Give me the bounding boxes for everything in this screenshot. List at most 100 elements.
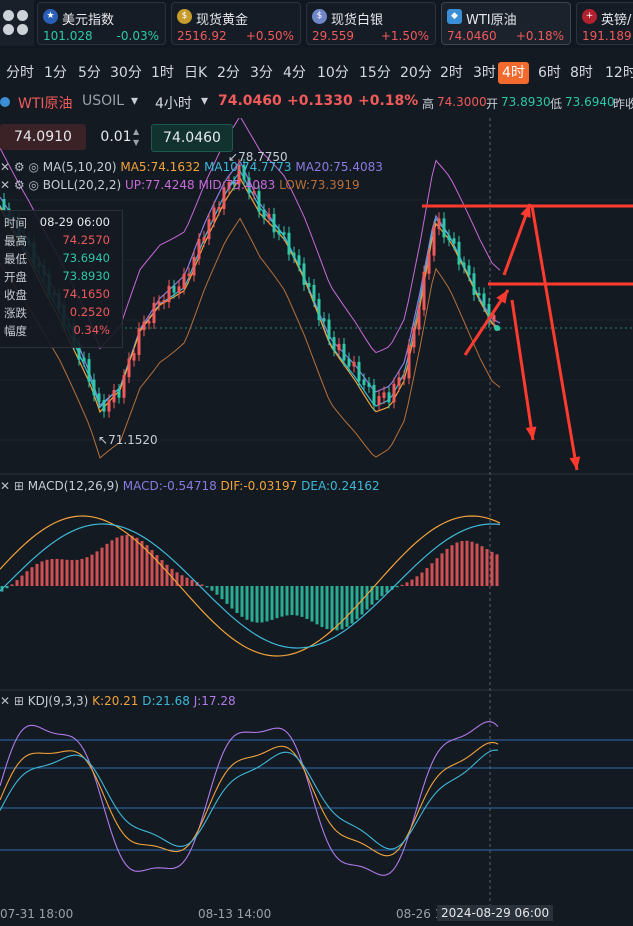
timeframe-tab[interactable]: 12时: [601, 62, 633, 84]
macd-bar: [260, 586, 264, 623]
chevron-down-icon[interactable]: ▾: [201, 93, 208, 109]
ma20-value: MA20:75.4083: [295, 160, 383, 174]
timeframe-tab[interactable]: 4时: [498, 62, 529, 84]
close-icon[interactable]: ✕: [0, 479, 10, 493]
settings-icon[interactable]: ⚙: [14, 160, 25, 174]
k-line: [0, 741, 499, 857]
macd-bar: [100, 547, 104, 586]
timeframe-tab[interactable]: 5分: [74, 62, 105, 84]
macd-bar: [305, 586, 309, 619]
timeframe-tab[interactable]: 1分: [40, 62, 71, 84]
drawn-arrow-down-head: [525, 426, 537, 440]
macd-bar: [345, 586, 349, 627]
candle-body: [122, 375, 126, 398]
timeframe-tab[interactable]: 15分: [355, 62, 395, 84]
boll-legend: ✕ ⚙ ◎ BOLL(20,2,2) UP:77.4248 MID:75.408…: [0, 178, 360, 192]
settings-icon[interactable]: ⚙: [14, 178, 25, 192]
timeframe-tab[interactable]: 6时: [534, 62, 565, 84]
boll-low-value: LOW:73.3919: [279, 178, 360, 192]
timeframe-tab[interactable]: 10分: [313, 62, 353, 84]
info-row-high: 最高 74.2570: [4, 233, 110, 248]
timeframe-tab[interactable]: 2分: [213, 62, 244, 84]
macd-bar: [125, 534, 129, 586]
app-menu-icon[interactable]: [0, 0, 34, 46]
macd-bar: [180, 575, 184, 586]
timeframe-tab[interactable]: 1时: [147, 62, 178, 84]
ohlc-info-panel: 时间 08-29 06:00 最高 74.2570 最低 73.6940 开盘 73.8…: [0, 210, 123, 348]
timeframe-tab[interactable]: 4分: [279, 62, 310, 84]
d-value: D:21.68: [142, 694, 190, 708]
silver-icon: $: [312, 9, 327, 24]
timeframe-tab[interactable]: 3时: [469, 62, 500, 84]
eye-icon[interactable]: ◎: [28, 178, 38, 192]
close-icon[interactable]: ✕: [0, 178, 10, 192]
macd-bar: [70, 560, 74, 586]
kdj-legend: ✕ ⊞ KDJ(9,3,3) K:20.21 D:21.68 J:17.28: [0, 694, 236, 708]
candle-body: [327, 319, 331, 340]
add-indicator-icon[interactable]: ⊞: [14, 694, 24, 708]
candle-body: [307, 282, 311, 287]
candle-body: [407, 345, 411, 379]
add-indicator-icon[interactable]: ⊞: [14, 479, 24, 493]
close-icon[interactable]: ✕: [0, 694, 10, 708]
timeframe-tab[interactable]: 3分: [246, 62, 277, 84]
macd-bar: [200, 584, 204, 586]
quote-name: WTI原油: [466, 13, 517, 28]
lot-stepper[interactable]: ▲ ▼: [133, 126, 139, 148]
macd-bar: [35, 563, 39, 586]
quote-card-usd-index[interactable]: ★ 美元指数 101.028 -0.03%: [37, 2, 166, 45]
candle-body: [262, 209, 266, 219]
drawn-arrow-down: [530, 205, 579, 471]
eye-icon[interactable]: ◎: [28, 160, 38, 174]
sell-price-button[interactable]: 74.0910: [0, 124, 86, 150]
candle-body: [452, 238, 456, 244]
drawn-arrow-down: [510, 299, 535, 441]
candle-body: [137, 328, 141, 355]
quote-card-wti[interactable]: ◆ WTI原油 74.0460 +0.18%: [441, 2, 571, 45]
timeframe-tab[interactable]: 8时: [566, 62, 597, 84]
buy-price-button[interactable]: 74.0460: [151, 124, 233, 152]
symbol-name[interactable]: WTI原油: [18, 93, 73, 113]
macd-bar: [80, 558, 84, 586]
timeframe-tab[interactable]: 2时: [436, 62, 467, 84]
candle-body: [152, 302, 156, 324]
info-row-time: 时间 08-29 06:00: [4, 215, 110, 230]
candle-body: [377, 396, 381, 406]
macd-bar: [495, 554, 499, 586]
macd-bar: [205, 586, 209, 588]
candle-body: [477, 292, 481, 296]
macd-legend: ✕ ⊞ MACD(12,26,9) MACD:-0.54718 DIF:-0.0…: [0, 479, 380, 493]
uk-flag-icon: +: [582, 9, 597, 24]
candle-body: [197, 238, 201, 259]
kdj-label: KDJ(9,3,3): [27, 694, 89, 708]
close-icon[interactable]: ✕: [0, 160, 10, 174]
quote-price: 74.0460: [447, 29, 497, 43]
macd-bar: [20, 575, 24, 586]
timeframe-tab[interactable]: 30分: [106, 62, 146, 84]
ma-legend: ✕ ⚙ ◎ MA(5,10,20) MA5:74.1632 MA10:74.77…: [0, 160, 383, 174]
high-label: 高: [422, 97, 435, 111]
quote-card-silver[interactable]: $ 现货白银 29.559 +1.50%: [306, 2, 436, 45]
macd-bar: [130, 535, 134, 586]
macd-label: MACD(12,26,9): [27, 479, 119, 493]
quote-name: 现货黄金: [196, 13, 249, 28]
macd-bar: [250, 586, 254, 622]
low-marker: ↖71.1520: [98, 433, 158, 447]
us-flag-icon: ★: [43, 9, 58, 24]
candle-body: [347, 358, 351, 367]
quote-card-gold[interactable]: $ 现货黄金 2516.92 +0.50%: [171, 2, 301, 45]
j-value: J:17.28: [193, 694, 236, 708]
macd-bar: [455, 542, 459, 586]
timeframe-tab[interactable]: 日K: [180, 62, 211, 84]
timeframe-tab[interactable]: 20分: [396, 62, 436, 84]
candle-body: [177, 286, 181, 293]
quote-card-gbp[interactable]: + 英镑/ 191.189: [576, 2, 633, 45]
macd-bar: [280, 586, 284, 617]
timeframe-tab[interactable]: 分时: [2, 62, 38, 84]
macd-bar: [25, 571, 29, 586]
macd-bar: [30, 567, 34, 586]
period-select[interactable]: 4小时: [155, 93, 192, 113]
chevron-down-icon[interactable]: ▾: [131, 93, 138, 109]
candle-body: [287, 232, 291, 255]
dif-line: [0, 515, 501, 657]
